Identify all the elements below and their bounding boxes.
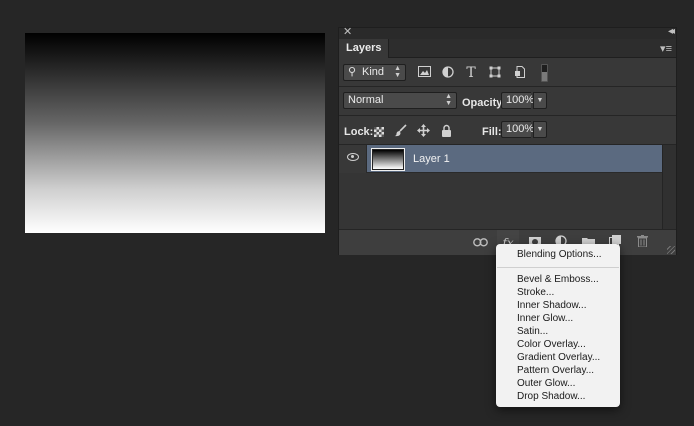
- menu-item-bevel-emboss[interactable]: Bevel & Emboss...: [517, 273, 599, 286]
- resize-grip[interactable]: [667, 246, 675, 254]
- close-icon[interactable]: ✕: [343, 26, 352, 38]
- opacity-input[interactable]: 100%: [501, 92, 535, 109]
- stepper-icon: ▲ ▼: [445, 93, 452, 107]
- kind-filter-select[interactable]: ⚲ Kind ▲ ▼: [343, 64, 406, 81]
- blend-row: Normal ▲ ▼ Opacity: 100% ▼: [339, 87, 676, 116]
- tab-layers[interactable]: Layers: [339, 39, 390, 58]
- stepper-icon: ▲ ▼: [394, 65, 401, 79]
- opacity-dropdown-button[interactable]: ▼: [533, 92, 547, 109]
- collapse-icon[interactable]: ◂◂: [668, 26, 675, 38]
- panel-menu-icon[interactable]: ▾≡: [660, 42, 672, 55]
- link-icon[interactable]: [472, 235, 488, 251]
- menu-item-drop-shadow[interactable]: Drop Shadow...: [517, 390, 585, 403]
- panel-title-bar: ✕ ◂◂: [339, 26, 676, 39]
- trash-icon[interactable]: [634, 235, 650, 251]
- menu-item-color-overlay[interactable]: Color Overlay...: [517, 338, 586, 351]
- opacity-label: Opacity:: [462, 97, 507, 109]
- chevron-down-icon: ▼: [536, 126, 544, 133]
- layers-panel: ✕ ◂◂ Layers ▾≡ ⚲ Kind ▲ ▼ T Normal ▲ ▼ O…: [338, 26, 677, 256]
- fill-dropdown-button[interactable]: ▼: [533, 121, 547, 138]
- fill-label: Fill:: [482, 126, 502, 138]
- smart-object-filter-icon[interactable]: [512, 66, 528, 80]
- layer-name[interactable]: Layer 1: [413, 153, 450, 165]
- blend-mode-value: Normal: [348, 94, 384, 106]
- eye-icon: [347, 153, 359, 161]
- menu-item-inner-shadow[interactable]: Inner Shadow...: [517, 299, 587, 312]
- menu-item-gradient-overlay[interactable]: Gradient Overlay...: [517, 351, 600, 364]
- lock-transparency-icon[interactable]: [374, 127, 384, 137]
- menu-item-stroke[interactable]: Stroke...: [517, 286, 554, 299]
- layers-scrollbar[interactable]: [662, 145, 676, 229]
- menu-item-pattern-overlay[interactable]: Pattern Overlay...: [517, 364, 594, 377]
- document-canvas[interactable]: [25, 33, 325, 233]
- lock-all-icon[interactable]: [439, 124, 453, 138]
- fill-value: 100%: [506, 123, 535, 135]
- lock-label: Lock:: [344, 126, 374, 138]
- layer-style-menu: Blending Options... Bevel & Emboss... St…: [496, 244, 620, 407]
- shape-filter-icon[interactable]: [487, 66, 503, 80]
- lock-position-icon[interactable]: [416, 124, 430, 138]
- lock-row: Lock: Fill: 100% ▼: [339, 116, 676, 145]
- search-icon: ⚲: [348, 66, 357, 78]
- lock-image-pixels-icon[interactable]: [393, 124, 407, 138]
- layer-thumbnail[interactable]: [371, 148, 405, 171]
- filter-toggle-switch[interactable]: [541, 64, 548, 82]
- chevron-down-icon: ▼: [536, 97, 544, 104]
- visibility-toggle[interactable]: [339, 145, 367, 173]
- kind-filter-label: Kind: [362, 66, 385, 78]
- menu-item-outer-glow[interactable]: Outer Glow...: [517, 377, 575, 390]
- layers-list: Layer 1: [339, 145, 662, 229]
- filter-row: ⚲ Kind ▲ ▼ T: [339, 58, 676, 87]
- type-filter-icon[interactable]: T: [463, 66, 479, 80]
- blend-mode-select[interactable]: Normal ▲ ▼: [343, 92, 457, 109]
- menu-item-blending-options[interactable]: Blending Options...: [517, 248, 602, 261]
- opacity-value: 100%: [506, 94, 535, 106]
- menu-separator: [497, 267, 619, 268]
- adjustment-filter-icon[interactable]: [440, 66, 456, 80]
- menu-item-inner-glow[interactable]: Inner Glow...: [517, 312, 573, 325]
- menu-item-satin[interactable]: Satin...: [517, 325, 548, 338]
- panel-tab-bar: Layers ▾≡: [339, 39, 676, 58]
- fill-input[interactable]: 100%: [501, 121, 535, 138]
- layer-row[interactable]: Layer 1: [339, 145, 662, 173]
- image-filter-icon[interactable]: [416, 66, 432, 80]
